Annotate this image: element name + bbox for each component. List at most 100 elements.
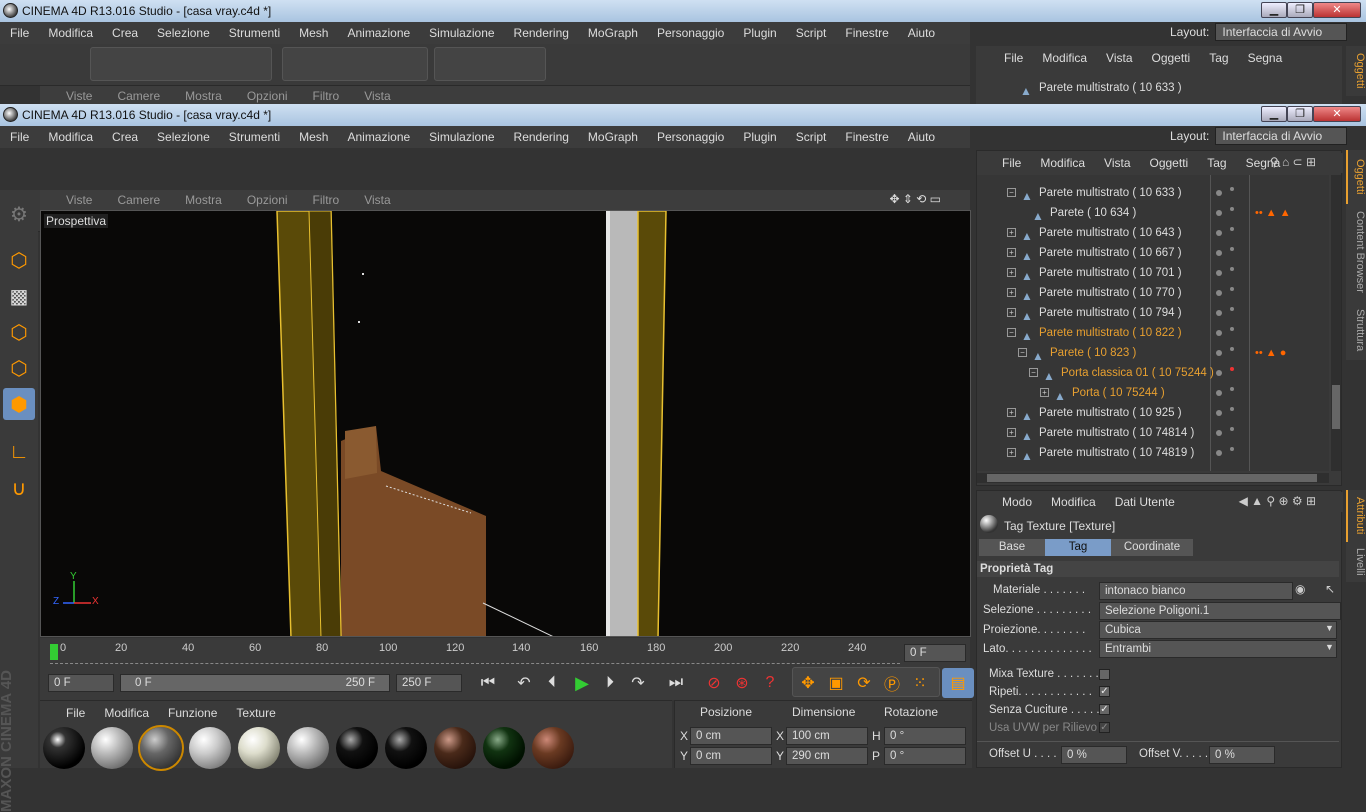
previous-frame-icon[interactable]: ⏴ [536, 668, 568, 698]
size-y-field[interactable]: 290 cm [786, 747, 868, 765]
rotation-p-field[interactable]: 0 ° [884, 747, 966, 765]
mat-menu-modifica[interactable]: Modifica [104, 706, 149, 720]
expand-icon[interactable]: + [1007, 448, 1016, 457]
render-visibility-dot[interactable] [1230, 227, 1234, 231]
menu-animazione[interactable]: Animazione [347, 130, 410, 144]
size-x-field[interactable]: 100 cm [786, 727, 868, 745]
editor-visibility-dot[interactable] [1216, 290, 1222, 296]
menu-mesh[interactable]: Mesh [299, 130, 328, 144]
material-swatch[interactable] [385, 727, 427, 769]
om1-modifica[interactable]: Modifica [1042, 51, 1087, 65]
om-file[interactable]: File [1002, 156, 1021, 170]
window1-maximize-button[interactable]: ❐ [1287, 2, 1313, 18]
object-row[interactable]: − ▲ Parete multistrato ( 10 633 ) [977, 183, 1329, 203]
material-swatch[interactable] [238, 727, 280, 769]
window2-minimize-button[interactable]: ▁ [1261, 106, 1287, 122]
expand-icon[interactable]: + [1007, 228, 1016, 237]
render-visibility-dot[interactable] [1230, 187, 1234, 191]
current-frame-field[interactable]: 0 F [904, 644, 966, 662]
om1-vista[interactable]: Vista [1106, 51, 1132, 65]
tab-attributi[interactable]: Attributi [1346, 490, 1366, 542]
attr-modifica[interactable]: Modifica [1051, 495, 1096, 509]
viewport-canvas[interactable]: Prospettiva Y X Z [40, 210, 971, 637]
window2-maximize-button[interactable]: ❐ [1287, 106, 1313, 122]
object-row[interactable]: + ▲ Parete multistrato ( 10 701 ) [977, 263, 1329, 283]
tab-oggetti-bg[interactable]: Oggetti [1346, 46, 1366, 96]
editor-visibility-dot[interactable] [1216, 310, 1222, 316]
go-to-end-icon[interactable]: ⏭ [660, 668, 692, 698]
start-frame-field[interactable]: 0 F [48, 674, 114, 692]
editor-visibility-dot[interactable] [1216, 190, 1222, 196]
viewport-nav-icons[interactable]: ✥ ⇕ ⟲ ▭ [889, 192, 941, 206]
editor-visibility-dot[interactable] [1216, 330, 1222, 336]
menu-plugin[interactable]: Plugin [743, 130, 776, 144]
render-visibility-dot[interactable] [1230, 387, 1234, 391]
menu-crea[interactable]: Crea [112, 130, 138, 144]
collapse-icon[interactable]: − [1007, 188, 1016, 197]
menu1-crea[interactable]: Crea [112, 26, 138, 40]
vp1-opzioni[interactable]: Opzioni [247, 89, 288, 103]
menu-strumenti[interactable]: Strumenti [229, 130, 280, 144]
senza-cuciture-checkbox[interactable]: ✓ [1099, 704, 1110, 715]
make-editable-icon[interactable]: ⚙ [3, 198, 35, 230]
position-x-field[interactable]: 0 cm [690, 727, 772, 745]
vp1-vista[interactable]: Vista [364, 89, 390, 103]
hscrollbar-thumb[interactable] [987, 474, 1317, 482]
menu-finestre[interactable]: Finestre [845, 130, 888, 144]
menu-modifica[interactable]: Modifica [48, 130, 93, 144]
mixa-texture-checkbox[interactable] [1099, 669, 1110, 680]
collapse-icon[interactable]: − [1029, 368, 1038, 377]
menu1-rendering[interactable]: Rendering [514, 26, 569, 40]
expand-icon[interactable]: + [1007, 428, 1016, 437]
om1-file[interactable]: File [1004, 51, 1023, 65]
object-row[interactable]: − ▲ Parete ( 10 823 ) •• ▲ ● [977, 343, 1329, 363]
vp-filtro[interactable]: Filtro [313, 193, 340, 207]
material-pick-icon[interactable]: ↖ [1325, 582, 1335, 596]
editor-visibility-dot[interactable] [1216, 430, 1222, 436]
vp1-camere[interactable]: Camere [117, 89, 160, 103]
next-key-icon[interactable]: ↷ [622, 668, 654, 698]
vp-vista[interactable]: Vista [364, 193, 390, 207]
tab-oggetti[interactable]: Oggetti [1346, 150, 1366, 204]
attr-nav-icons[interactable]: ◀ ▲ ⚲ ⊕ ⚙ ⊞ [1239, 494, 1316, 508]
ripeti-checkbox[interactable]: ✓ [1099, 686, 1110, 697]
object-row[interactable]: + ▲ Parete multistrato ( 10 925 ) [977, 403, 1329, 423]
attr-tab-base[interactable]: Base [979, 539, 1045, 556]
key-pla-icon[interactable]: ⁙ [904, 668, 936, 698]
material-swatch[interactable] [189, 727, 231, 769]
object-row[interactable]: + ▲ Parete multistrato ( 10 770 ) [977, 283, 1329, 303]
menu-rendering[interactable]: Rendering [514, 130, 569, 144]
menu-personaggio[interactable]: Personaggio [657, 130, 724, 144]
om1-tag[interactable]: Tag [1209, 51, 1228, 65]
vp1-filtro[interactable]: Filtro [313, 89, 340, 103]
menu-selezione[interactable]: Selezione [157, 130, 210, 144]
om1-oggetti[interactable]: Oggetti [1152, 51, 1191, 65]
tag-icons[interactable]: •• ▲ ● [1255, 343, 1286, 363]
vp-mostra[interactable]: Mostra [185, 193, 222, 207]
model-mode-icon[interactable]: ⬡ [3, 244, 35, 276]
editor-visibility-dot[interactable] [1216, 390, 1222, 396]
object-row[interactable]: ▲ Parete ( 10 634 ) •• ▲ ▲ [977, 203, 1329, 223]
menu1-finestre[interactable]: Finestre [845, 26, 888, 40]
expand-icon[interactable]: + [1040, 388, 1049, 397]
menu1-plugin[interactable]: Plugin [743, 26, 776, 40]
material-swatch[interactable] [91, 727, 133, 769]
render-visibility-dot[interactable] [1230, 327, 1234, 331]
menu1-selezione[interactable]: Selezione [157, 26, 210, 40]
menu1-script[interactable]: Script [796, 26, 827, 40]
mat-menu-texture[interactable]: Texture [236, 706, 275, 720]
editor-visibility-dot[interactable] [1216, 350, 1222, 356]
polygons-mode-icon[interactable]: ⬢ [3, 388, 35, 420]
layout-select[interactable]: Interfaccia di Avvio [1215, 127, 1348, 145]
vp1-mostra[interactable]: Mostra [185, 89, 222, 103]
offset-v-field[interactable]: 0 % [1209, 746, 1275, 764]
vp1-viste[interactable]: Viste [66, 89, 92, 103]
offset-u-field[interactable]: 0 % [1061, 746, 1127, 764]
vp-viste[interactable]: Viste [66, 193, 92, 207]
expand-icon[interactable]: + [1007, 288, 1016, 297]
material-preview-icon[interactable]: ◉ [1295, 582, 1305, 596]
menu1-file[interactable]: File [10, 26, 29, 40]
object-list-hscrollbar[interactable] [977, 473, 1329, 483]
object-list-scrollbar[interactable] [1331, 175, 1341, 471]
om-search-icons[interactable]: ⚲ ⌂ ⊂ ⊞ [1270, 155, 1316, 169]
